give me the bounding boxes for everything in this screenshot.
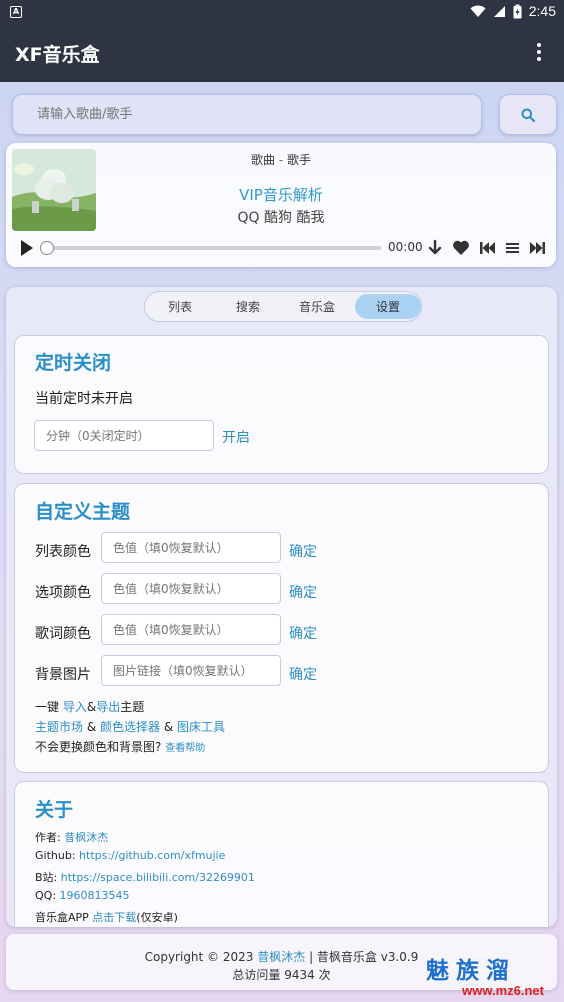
list-color-input[interactable] [101,532,281,563]
timer-start-button[interactable]: 开启 [222,427,250,447]
lyric-color-confirm-button[interactable]: 确定 [289,623,317,643]
app-notification-icon: A [10,6,22,18]
app-bar: XF音乐盒 [0,24,564,82]
qq-link[interactable]: 1960813545 [60,889,130,902]
timer-minutes-input[interactable] [34,420,214,451]
play-time: 00:00 [388,240,423,254]
heart-icon[interactable] [452,239,470,257]
progress-knob[interactable] [40,241,54,255]
watermark: 魅族溜 www.mz6.net [426,958,550,1000]
tab-list[interactable]: 列表 [149,294,211,319]
github-link[interactable]: https://github.com/xfmujie [79,849,225,862]
option-color-label: 选项颜色 [35,585,91,601]
status-bar: A 2:45 [0,0,564,24]
list-color-label: 列表颜色 [35,544,91,560]
timer-title: 定时关闭 [35,352,112,374]
music-player: 歌曲 - 歌手 VIP音乐解析 QQ 酷狗 酷我 00:00 [6,143,556,267]
tab-bar: 列表 搜索 音乐盒 设置 [144,291,422,322]
tab-settings[interactable]: 设置 [355,294,421,319]
next-icon[interactable] [529,239,546,257]
import-theme-link[interactable]: 导入 [63,700,87,714]
author-link[interactable]: 昔枫沐杰 [64,831,108,844]
battery-icon [513,4,522,18]
about-panel: 关于 作者: 昔枫沐杰 Github: https://github.com/x… [14,781,549,927]
timer-panel: 定时关闭 当前定时未开启 开启 [14,335,549,474]
play-icon[interactable] [20,239,34,257]
author-line: 作者: 昔枫沐杰 [35,831,109,844]
clock: 2:45 [528,3,556,19]
more-menu-icon[interactable] [536,43,542,65]
app-download-line: 音乐盒APP 点击下载(仅安卓) [35,911,178,924]
app-download-link[interactable]: 点击下载 [92,911,136,924]
wifi-icon [470,5,486,17]
about-title: 关于 [35,799,74,821]
download-icon[interactable] [428,239,442,257]
watermark-url: www.mz6.net [462,983,544,998]
lyric-color-label: 歌词颜色 [35,626,91,642]
list-color-confirm-button[interactable]: 确定 [289,541,317,561]
help-link[interactable]: 查看帮助 [165,743,205,754]
player-controls: 00:00 [6,237,556,259]
footer-author-link[interactable]: 昔枫沐杰 [257,950,305,964]
playlist-icon[interactable] [505,239,520,257]
tab-music-box[interactable]: 音乐盒 [285,294,349,319]
option-color-input[interactable] [101,573,281,604]
search-button[interactable] [499,94,557,135]
app-title: XF音乐盒 [15,44,100,66]
song-title: 歌曲 [251,153,276,167]
song-artist: 歌手 [286,153,311,167]
github-line: Github: https://github.com/xfmujie [35,849,226,862]
export-theme-link[interactable]: 导出 [96,700,120,714]
watermark-brand: 魅族溜 [426,957,516,984]
background-image-label: 背景图片 [35,667,91,683]
theme-market-link[interactable]: 主题市场 [35,720,83,734]
help-line: 不会更换颜色和背景图? 查看帮助 [35,740,206,754]
color-picker-link[interactable]: 颜色选择器 [100,720,160,734]
search-input[interactable] [13,95,481,134]
bilibili-link[interactable]: https://space.bilibili.com/32269901 [61,871,255,884]
vip-parse-link[interactable]: VIP音乐解析 [6,184,556,205]
progress-bar[interactable] [40,241,381,255]
theme-panel: 自定义主题 列表颜色 确定 选项颜色 确定 歌词颜色 确定 背景图片 确定 一键… [14,483,549,773]
search-box [12,94,482,135]
signal-icon [493,5,505,17]
bilibili-line: B站: https://space.bilibili.com/32269901 [35,871,255,884]
platform-list: QQ 酷狗 酷我 [237,210,325,226]
background-image-confirm-button[interactable]: 确定 [289,664,317,684]
qq-line: QQ: 1960813545 [35,889,130,902]
import-export-line: 一键 导入&导出主题 [35,700,145,714]
timer-status: 当前定时未开启 [35,391,133,407]
lyric-color-input[interactable] [101,614,281,645]
song-separator: - [275,153,287,167]
tab-search[interactable]: 搜索 [217,294,279,319]
settings-card: 列表 搜索 音乐盒 设置 定时关闭 当前定时未开启 开启 自定义主题 列表颜色 … [6,287,557,927]
theme-title: 自定义主题 [35,501,131,523]
search-icon [521,108,535,122]
theme-tools-line: 主题市场 & 颜色选择器 & 图床工具 [35,720,226,734]
option-color-confirm-button[interactable]: 确定 [289,582,317,602]
image-host-link[interactable]: 图床工具 [177,720,225,734]
background-image-input[interactable] [101,655,281,686]
song-info: 歌曲 - 歌手 [6,151,556,168]
previous-icon[interactable] [479,239,496,257]
